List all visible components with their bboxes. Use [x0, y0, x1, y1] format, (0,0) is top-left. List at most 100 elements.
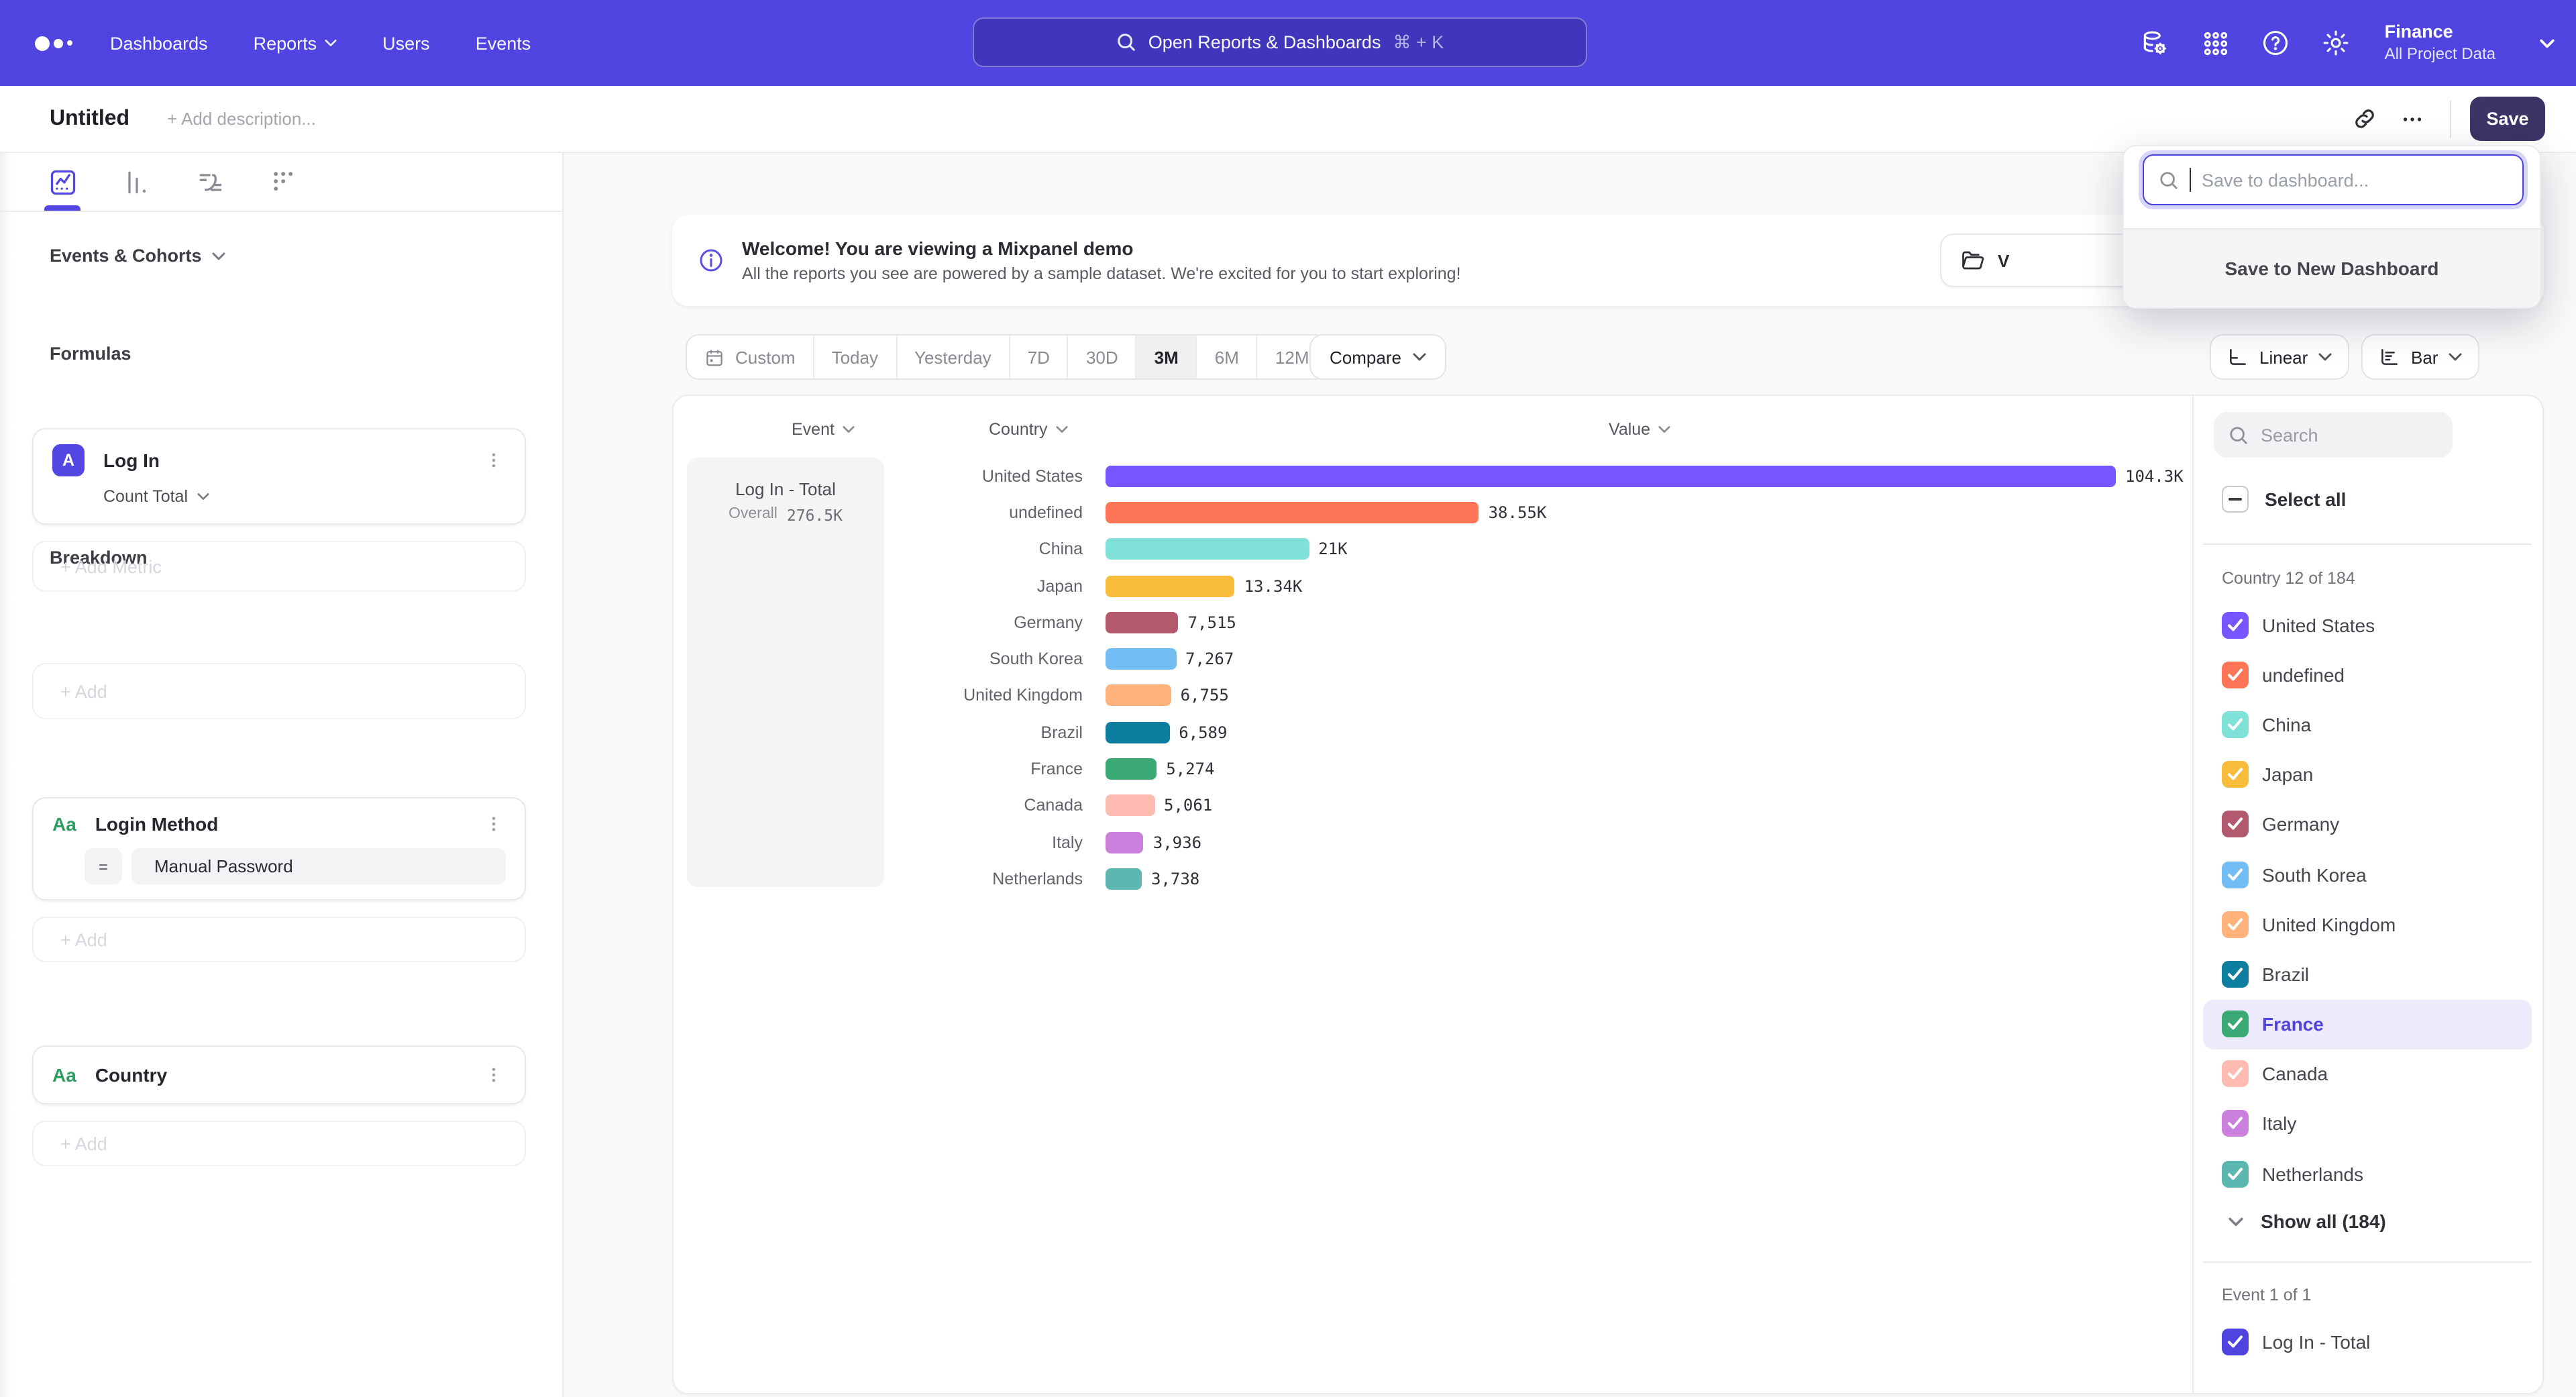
nav-item-dashboards[interactable]: Dashboards	[110, 33, 208, 53]
metric-card[interactable]: A Log In Count Total	[32, 428, 526, 525]
range-30d[interactable]: 30D	[1069, 335, 1137, 378]
filter-card[interactable]: Aa Login Method = Manual Password	[32, 797, 526, 900]
show-all-button[interactable]: Show all (184)	[2229, 1210, 2386, 1232]
series-checkbox[interactable]	[2222, 911, 2249, 937]
scale-dropdown-linear[interactable]: Linear	[2210, 334, 2349, 380]
series-row-south-korea[interactable]: South Korea	[2203, 849, 2532, 899]
help-icon[interactable]	[2261, 28, 2291, 58]
tab-flows-icon[interactable]	[196, 167, 225, 197]
bar[interactable]	[1106, 538, 1309, 560]
range-custom[interactable]: Custom	[687, 335, 814, 378]
bar[interactable]	[1106, 648, 1176, 670]
bar[interactable]	[1106, 831, 1144, 853]
column-header-value[interactable]: Value	[1609, 420, 1670, 439]
compare-dropdown[interactable]: Compare	[1309, 334, 1447, 380]
add-formula-button[interactable]: + Add	[32, 663, 526, 719]
series-checkbox[interactable]	[2222, 711, 2249, 738]
mixpanel-logo-icon[interactable]	[35, 36, 94, 50]
series-row-netherlands[interactable]: Netherlands	[2203, 1149, 2532, 1198]
series-row-germany[interactable]: Germany	[2203, 800, 2532, 849]
range-6m[interactable]: 6M	[1197, 335, 1258, 378]
apps-grid-icon[interactable]	[2201, 28, 2231, 58]
nav-item-events[interactable]: Events	[476, 33, 531, 53]
event-checkbox[interactable]	[2222, 1329, 2249, 1355]
save-button[interactable]: Save	[2470, 97, 2545, 141]
chart-type-dropdown-bar[interactable]: Bar	[2361, 334, 2479, 380]
series-checkbox[interactable]	[2222, 611, 2249, 638]
range-3m[interactable]: 3M	[1137, 335, 1197, 378]
series-row-united-states[interactable]: United States	[2203, 600, 2532, 650]
copy-link-icon[interactable]	[2340, 97, 2388, 140]
project-selector[interactable]: Finance All Project Data	[2385, 21, 2496, 64]
tab-funnels-icon[interactable]	[122, 167, 152, 197]
filter-operator-dropdown[interactable]: =	[85, 848, 122, 884]
range-yesterday[interactable]: Yesterday	[897, 335, 1010, 378]
bar[interactable]	[1106, 502, 1479, 523]
save-to-new-dashboard-button[interactable]: Save to New Dashboard	[2124, 228, 2540, 307]
filter-kebab-icon[interactable]	[482, 812, 506, 836]
series-checkbox[interactable]	[2222, 1160, 2249, 1187]
bar-value-label: 5,061	[1164, 796, 1212, 815]
events-cohorts-section-label[interactable]: Events & Cohorts	[50, 246, 525, 266]
select-all-checkbox-row[interactable]: Select all	[2222, 486, 2346, 513]
nav-item-reports[interactable]: Reports	[254, 33, 337, 53]
series-checkbox[interactable]	[2222, 961, 2249, 988]
column-header-event[interactable]: Event	[792, 420, 855, 439]
tab-insights-icon[interactable]	[48, 167, 78, 197]
bar[interactable]	[1106, 612, 1179, 633]
metric-kebab-icon[interactable]	[482, 448, 506, 472]
project-chevron-down-icon[interactable]	[2540, 38, 2555, 48]
select-all-checkbox[interactable]	[2222, 486, 2249, 513]
series-search-input[interactable]: Search	[2214, 412, 2453, 458]
add-filter-button[interactable]: + Add	[32, 917, 526, 962]
event-checkbox-row[interactable]: Log In - Total	[2222, 1329, 2370, 1355]
add-breakdown-button[interactable]: + Add	[32, 1121, 526, 1166]
series-row-japan[interactable]: Japan	[2203, 749, 2532, 799]
bar-category-label: United Kingdom	[888, 686, 1083, 705]
tab-retention-icon[interactable]	[270, 167, 299, 197]
active-tab-underline	[44, 205, 80, 211]
filter-value-dropdown[interactable]: Manual Password	[131, 848, 506, 884]
series-checkbox[interactable]	[2222, 1110, 2249, 1137]
series-row-undefined[interactable]: undefined	[2203, 650, 2532, 699]
breakdown-card[interactable]: Aa Country	[32, 1045, 526, 1104]
nav-item-users[interactable]: Users	[382, 33, 430, 53]
bar[interactable]	[1106, 465, 2116, 486]
save-to-dashboard-input[interactable]: Save to dashboard...	[2143, 154, 2524, 205]
column-header-country[interactable]: Country	[989, 420, 1068, 439]
series-row-china[interactable]: China	[2203, 700, 2532, 749]
metric-name[interactable]: Log In	[103, 450, 160, 471]
breakdown-property-name[interactable]: Country	[95, 1064, 167, 1086]
range-today[interactable]: Today	[814, 335, 897, 378]
series-row-united-kingdom[interactable]: United Kingdom	[2203, 899, 2532, 949]
series-checkbox[interactable]	[2222, 761, 2249, 788]
more-options-icon[interactable]	[2388, 97, 2436, 140]
add-description-field[interactable]: + Add description...	[167, 109, 316, 129]
series-checkbox[interactable]	[2222, 811, 2249, 838]
series-checkbox[interactable]	[2222, 662, 2249, 688]
settings-gear-icon[interactable]	[2322, 28, 2351, 58]
series-row-france[interactable]: France	[2203, 999, 2532, 1049]
series-checkbox[interactable]	[2222, 861, 2249, 888]
series-checkbox[interactable]	[2222, 1011, 2249, 1037]
add-metric-button[interactable]: + Add Metric	[32, 541, 526, 592]
range-7d[interactable]: 7D	[1010, 335, 1069, 378]
bar[interactable]	[1106, 575, 1235, 597]
breakdown-kebab-icon[interactable]	[482, 1063, 506, 1087]
series-checkbox[interactable]	[2222, 1061, 2249, 1088]
series-row-italy[interactable]: Italy	[2203, 1099, 2532, 1149]
metric-aggregation-dropdown[interactable]: Count Total	[103, 487, 506, 506]
filter-property-name[interactable]: Login Method	[95, 813, 219, 835]
series-label: Japan	[2262, 764, 2313, 785]
bar[interactable]	[1106, 795, 1155, 817]
bar[interactable]	[1106, 868, 1142, 890]
series-row-canada[interactable]: Canada	[2203, 1049, 2532, 1098]
global-search-button[interactable]: Open Reports & Dashboards ⌘ + K	[973, 17, 1587, 67]
dataset-button[interactable]: V	[1940, 234, 2141, 287]
bar[interactable]	[1106, 721, 1169, 743]
report-title[interactable]: Untitled	[50, 107, 129, 131]
series-row-brazil[interactable]: Brazil	[2203, 949, 2532, 999]
bar[interactable]	[1106, 758, 1157, 780]
data-management-icon[interactable]	[2141, 28, 2170, 58]
bar[interactable]	[1106, 685, 1171, 707]
